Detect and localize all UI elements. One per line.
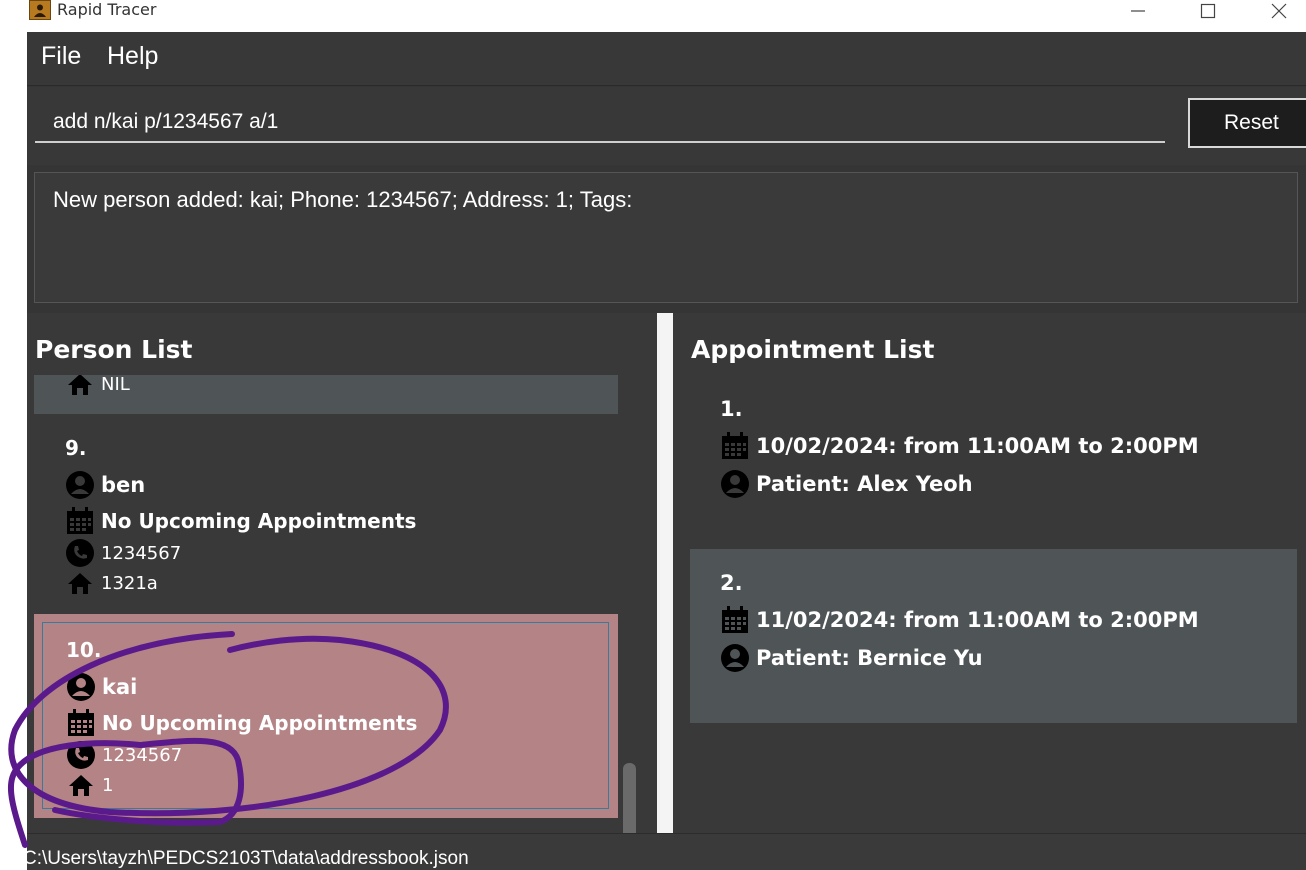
person-card-selected[interactable]: 10. kai No Upcoming Appointments 1234567… xyxy=(34,614,618,818)
person-list-title: Person List xyxy=(35,335,193,364)
home-icon xyxy=(65,568,95,598)
status-bar: C:\Users\tayzh\PEDCS2103T\data\addressbo… xyxy=(23,833,1306,870)
person-appointment: No Upcoming Appointments xyxy=(101,509,417,533)
home-icon xyxy=(66,770,96,800)
status-file-path: C:\Users\tayzh\PEDCS2103T\data\addressbo… xyxy=(23,848,469,869)
appointment-datetime: 11/02/2024: from 11:00AM to 2:00PM xyxy=(756,608,1199,632)
menu-file[interactable]: File xyxy=(41,42,81,71)
person-index: 10. xyxy=(66,638,102,662)
person-address: 1 xyxy=(102,774,114,796)
appointment-card[interactable]: 1. 10/02/2024: from 11:00AM to 2:00PM Pa… xyxy=(690,375,1297,549)
person-phone: 1234567 xyxy=(101,542,182,564)
reset-button[interactable]: Reset xyxy=(1188,98,1306,148)
window-title: Rapid Tracer xyxy=(57,0,157,19)
minimize-button[interactable] xyxy=(1118,0,1158,22)
person-index: 9. xyxy=(65,436,87,460)
person-address: NIL xyxy=(101,375,130,395)
calendar-icon xyxy=(720,605,750,635)
title-bar: Rapid Tracer xyxy=(0,0,1306,24)
person-name: kai xyxy=(102,675,138,699)
app-window: Rapid Tracer File Help Reset New person … xyxy=(0,0,1306,870)
appointment-list-title: Appointment List xyxy=(691,335,935,364)
person-list[interactable]: NIL 9. ben No Upcoming Appointments 1234… xyxy=(34,375,618,818)
close-button[interactable] xyxy=(1259,0,1299,22)
appointment-datetime: 10/02/2024: from 11:00AM to 2:00PM xyxy=(756,434,1199,458)
person-appointment: No Upcoming Appointments xyxy=(102,711,418,735)
person-icon xyxy=(720,469,750,499)
appointment-patient: Patient: Alex Yeoh xyxy=(756,472,973,496)
command-area: Reset xyxy=(27,87,1306,165)
appointment-index: 2. xyxy=(720,571,743,595)
person-name: ben xyxy=(101,473,146,497)
appointment-card[interactable]: 2. 11/02/2024: from 11:00AM to 2:00PM Pa… xyxy=(690,549,1297,723)
calendar-icon xyxy=(65,506,95,536)
maximize-button[interactable] xyxy=(1188,0,1228,22)
person-icon xyxy=(720,643,750,673)
person-address: 1321a xyxy=(101,572,158,594)
menu-bar: File Help xyxy=(27,32,1306,86)
person-list-panel: Person List NIL 9. ben No Upcoming Appoi… xyxy=(27,313,657,833)
person-list-scrollbar[interactable] xyxy=(623,763,636,833)
phone-icon xyxy=(66,740,96,770)
calendar-icon xyxy=(66,708,96,738)
home-icon xyxy=(65,375,95,399)
result-display: New person added: kai; Phone: 1234567; A… xyxy=(34,172,1298,303)
appointment-patient: Patient: Bernice Yu xyxy=(756,646,983,670)
appointment-list-panel: Appointment List 1. 10/02/2024: from 11:… xyxy=(673,313,1306,833)
person-card-partial[interactable]: NIL xyxy=(34,375,618,414)
result-text: New person added: kai; Phone: 1234567; A… xyxy=(53,187,633,212)
app-icon xyxy=(29,0,51,20)
person-phone: 1234567 xyxy=(102,744,183,766)
command-input[interactable] xyxy=(35,103,1165,143)
person-icon xyxy=(66,672,96,702)
appointment-index: 1. xyxy=(720,397,743,421)
menu-help[interactable]: Help xyxy=(107,42,158,71)
person-card[interactable]: 9. ben No Upcoming Appointments 1234567 … xyxy=(34,414,618,614)
person-icon xyxy=(65,470,95,500)
phone-icon xyxy=(65,538,95,568)
main-frame: File Help Reset New person added: kai; P… xyxy=(23,32,1306,870)
split-pane-divider[interactable] xyxy=(657,313,673,833)
calendar-icon xyxy=(720,431,750,461)
